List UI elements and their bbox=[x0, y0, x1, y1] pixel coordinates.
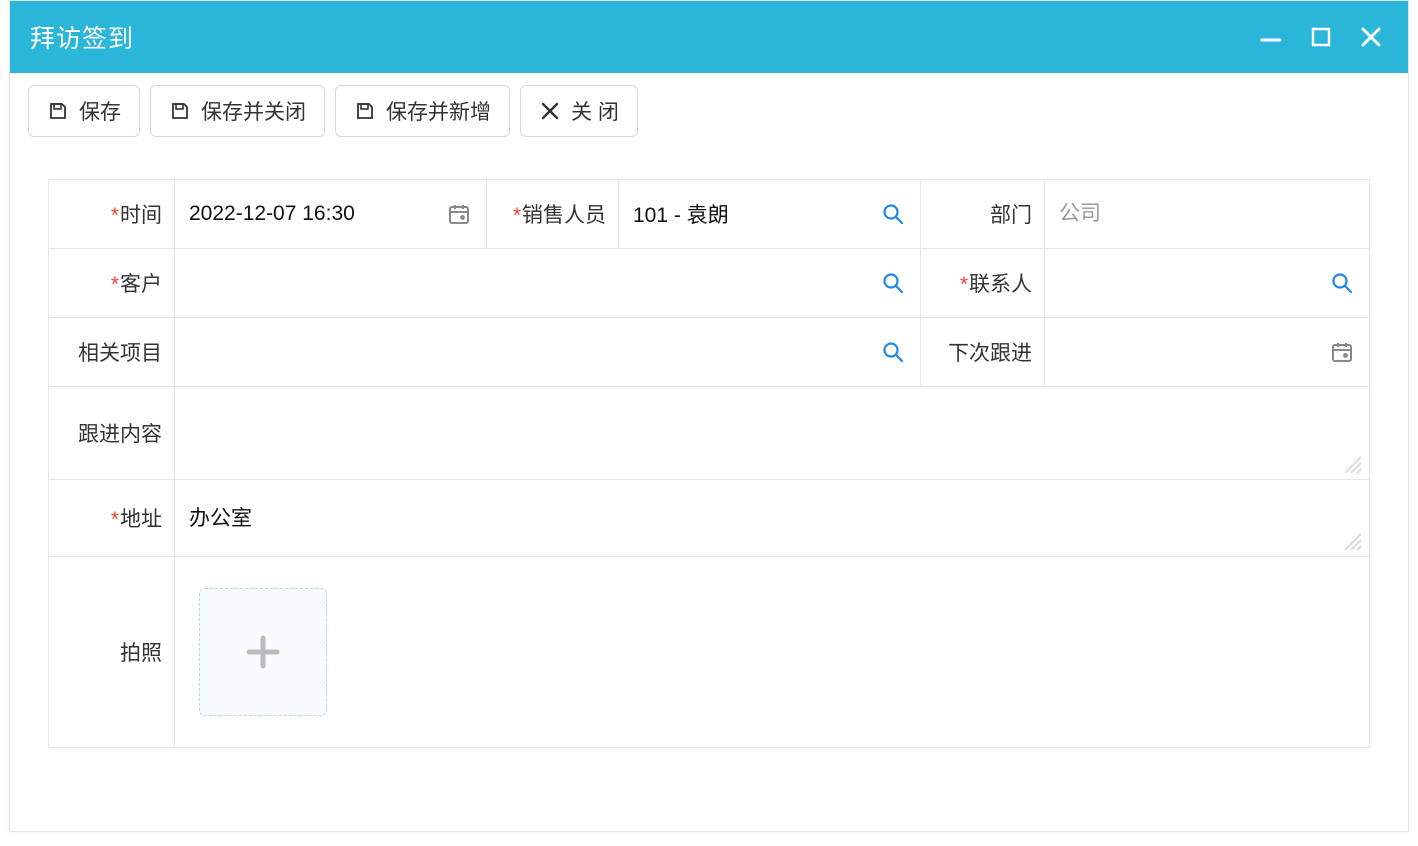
form-table: 时间 销售人员 部门 bbox=[48, 179, 1370, 748]
salesperson-input[interactable] bbox=[633, 202, 906, 226]
label-contact: 联系人 bbox=[921, 249, 1045, 317]
calendar-icon[interactable] bbox=[1329, 339, 1355, 365]
next-follow-input[interactable] bbox=[1059, 340, 1355, 364]
address-input[interactable] bbox=[189, 480, 1355, 556]
customer-input[interactable] bbox=[189, 271, 906, 295]
plus-icon bbox=[243, 632, 283, 672]
window-controls bbox=[1258, 24, 1384, 50]
add-photo-button[interactable] bbox=[199, 588, 327, 716]
field-address bbox=[175, 480, 1369, 556]
calendar-icon[interactable] bbox=[446, 201, 472, 227]
maximize-button[interactable] bbox=[1308, 24, 1334, 50]
field-customer bbox=[175, 249, 921, 317]
label-time: 时间 bbox=[49, 180, 175, 248]
field-next-follow bbox=[1045, 318, 1369, 386]
save-icon bbox=[47, 100, 69, 122]
form-row-6: 拍照 bbox=[49, 557, 1369, 747]
save-icon bbox=[354, 100, 376, 122]
contact-input[interactable] bbox=[1059, 271, 1355, 295]
minimize-button[interactable] bbox=[1258, 24, 1284, 50]
label-project: 相关项目 bbox=[49, 318, 175, 386]
department-input[interactable] bbox=[1059, 202, 1355, 226]
form-row-4: 跟进内容 bbox=[49, 387, 1369, 480]
window-title: 拜访签到 bbox=[30, 19, 134, 55]
form-row-3: 相关项目 下次跟进 bbox=[49, 318, 1369, 387]
search-icon[interactable] bbox=[880, 339, 906, 365]
time-input[interactable] bbox=[189, 202, 472, 226]
save-button[interactable]: 保存 bbox=[28, 85, 140, 137]
save-button-label: 保存 bbox=[79, 96, 121, 126]
label-customer: 客户 bbox=[49, 249, 175, 317]
field-department bbox=[1045, 180, 1369, 248]
field-follow-content bbox=[175, 387, 1369, 479]
label-address: 地址 bbox=[49, 480, 175, 556]
search-icon[interactable] bbox=[880, 270, 906, 296]
search-icon[interactable] bbox=[1329, 270, 1355, 296]
field-project bbox=[175, 318, 921, 386]
label-salesperson: 销售人员 bbox=[487, 180, 619, 248]
follow-content-input[interactable] bbox=[189, 387, 1355, 479]
toolbar: 保存 保存并关闭 保存并新增 关 闭 bbox=[10, 73, 1408, 149]
search-icon[interactable] bbox=[880, 201, 906, 227]
save-icon bbox=[169, 100, 191, 122]
project-input[interactable] bbox=[189, 340, 906, 364]
label-photo: 拍照 bbox=[49, 557, 175, 747]
visit-checkin-window: 拜访签到 保存 保存并关闭 bbox=[9, 0, 1409, 832]
field-salesperson bbox=[619, 180, 921, 248]
form-row-5: 地址 bbox=[49, 480, 1369, 557]
form-row-2: 客户 联系人 bbox=[49, 249, 1369, 318]
form-area: 时间 销售人员 部门 bbox=[10, 149, 1408, 778]
save-new-button-label: 保存并新增 bbox=[386, 96, 491, 126]
close-window-button[interactable] bbox=[1358, 24, 1384, 50]
field-time bbox=[175, 180, 487, 248]
close-button-label: 关 闭 bbox=[571, 96, 619, 126]
label-next-follow: 下次跟进 bbox=[921, 318, 1045, 386]
form-row-1: 时间 销售人员 部门 bbox=[49, 180, 1369, 249]
close-button[interactable]: 关 闭 bbox=[520, 85, 638, 137]
save-new-button[interactable]: 保存并新增 bbox=[335, 85, 510, 137]
label-follow-content: 跟进内容 bbox=[49, 387, 175, 479]
save-close-button[interactable]: 保存并关闭 bbox=[150, 85, 325, 137]
titlebar: 拜访签到 bbox=[10, 1, 1408, 73]
field-photo bbox=[175, 557, 1369, 747]
close-icon bbox=[539, 100, 561, 122]
field-contact bbox=[1045, 249, 1369, 317]
label-department: 部门 bbox=[921, 180, 1045, 248]
save-close-button-label: 保存并关闭 bbox=[201, 96, 306, 126]
